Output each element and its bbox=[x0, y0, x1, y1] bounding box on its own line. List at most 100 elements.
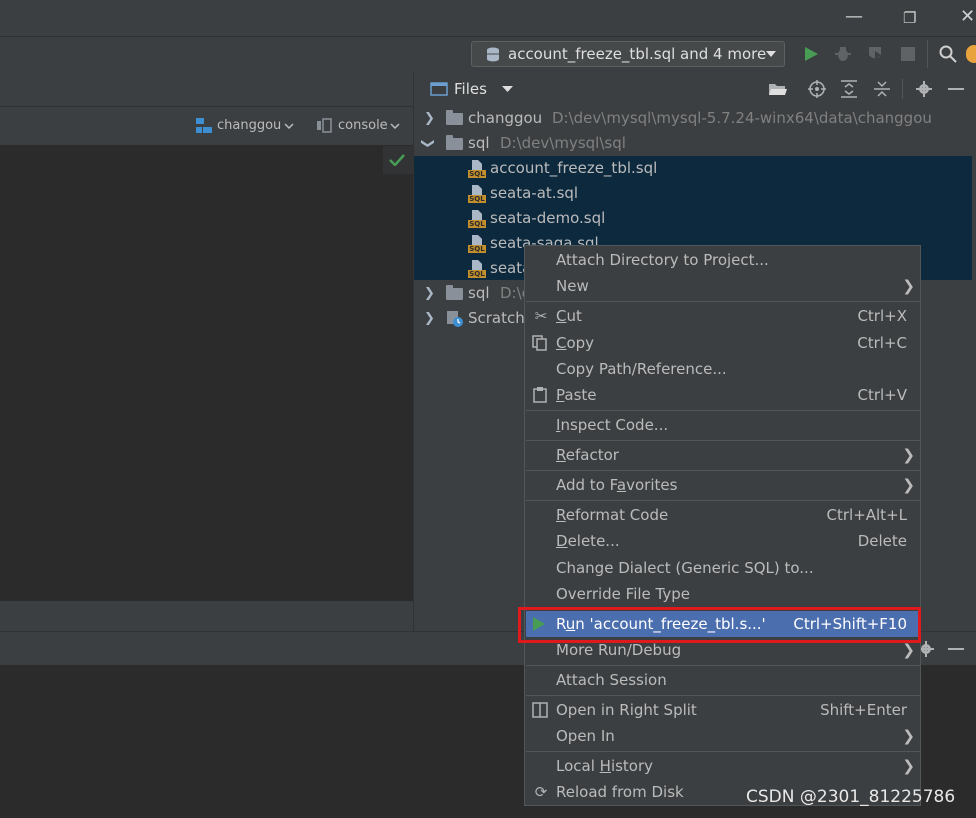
chevron-down-icon bbox=[284, 123, 294, 130]
open-folder-icon[interactable] bbox=[768, 81, 788, 97]
tree-row-file[interactable]: SQL seata-demo.sql bbox=[414, 206, 972, 231]
menu-item-shortcut: Delete bbox=[857, 532, 907, 550]
menu-item-label: Attach Directory to Project... bbox=[556, 251, 769, 269]
menu-separator bbox=[526, 500, 921, 501]
menu-item-shortcut: Ctrl+Alt+L bbox=[826, 506, 908, 524]
folder-icon bbox=[446, 285, 463, 300]
tree-item-label: seata-demo.sql bbox=[490, 209, 606, 227]
menu-item-label: Change Dialect (Generic SQL) to... bbox=[556, 559, 814, 577]
menu-item-copy[interactable]: Copy Ctrl+C bbox=[526, 330, 921, 356]
menu-item-inspect-code[interactable]: Inspect Code... bbox=[526, 412, 921, 438]
paste-icon bbox=[533, 387, 547, 403]
stop-icon[interactable] bbox=[901, 47, 915, 61]
datasource-selector[interactable]: changgou bbox=[217, 118, 281, 133]
header-divider bbox=[902, 79, 903, 99]
menu-item-add-to-favorites[interactable]: Add to Favorites ❯ bbox=[526, 472, 921, 498]
sql-file-icon: SQL bbox=[468, 260, 486, 278]
menu-item-refactor[interactable]: Refactor ❯ bbox=[526, 442, 921, 468]
scratches-icon bbox=[447, 311, 463, 327]
hide-panel-icon[interactable] bbox=[948, 88, 964, 90]
tree-item-label: changgou bbox=[468, 109, 543, 127]
tree-row-file[interactable]: SQL account_freeze_tbl.sql bbox=[414, 156, 972, 181]
highlight-annotation-box bbox=[518, 607, 921, 643]
tree-row-changgou[interactable]: ❯ changgou D:\dev\mysql\mysql-5.7.24-win… bbox=[414, 106, 972, 131]
sql-file-icon: SQL bbox=[468, 160, 486, 178]
menu-item-reformat-code[interactable]: Reformat Code Ctrl+Alt+L bbox=[526, 502, 921, 528]
expand-all-icon[interactable] bbox=[841, 80, 857, 98]
menu-item-copy-path[interactable]: Copy Path/Reference... bbox=[526, 356, 921, 382]
run-configuration-label: account_freeze_tbl.sql and 4 more bbox=[508, 45, 767, 63]
menu-item-label: Copy Path/Reference... bbox=[556, 360, 727, 378]
context-menu: Attach Directory to Project... New ❯ ✂ C… bbox=[524, 245, 921, 806]
debug-icon[interactable] bbox=[834, 45, 852, 63]
tree-item-label: sql bbox=[468, 134, 490, 152]
menu-item-local-history[interactable]: Local History ❯ bbox=[526, 753, 921, 779]
menu-item-delete[interactable]: Delete... Delete bbox=[526, 528, 921, 554]
close-window-button[interactable]: ✕ bbox=[960, 6, 975, 27]
checkmark-icon bbox=[389, 154, 405, 166]
update-notification-icon[interactable] bbox=[966, 45, 976, 63]
menu-separator bbox=[526, 470, 921, 471]
submenu-arrow-icon: ❯ bbox=[902, 476, 915, 494]
run-configuration-dropdown[interactable]: account_freeze_tbl.sql and 4 more bbox=[471, 41, 785, 67]
menu-item-shortcut: Ctrl+V bbox=[857, 386, 907, 404]
menu-separator bbox=[526, 410, 921, 411]
menu-item-label: Refactor bbox=[556, 446, 619, 464]
chevron-down-icon bbox=[390, 123, 400, 130]
menu-separator bbox=[526, 751, 921, 752]
tree-row-sql[interactable]: ❯ sql D:\dev\mysql\sql bbox=[414, 131, 972, 156]
run-icon[interactable] bbox=[803, 46, 819, 62]
chevron-down-icon[interactable]: ❯ bbox=[415, 138, 440, 149]
menu-item-label: New bbox=[556, 277, 589, 295]
folder-icon bbox=[446, 110, 463, 125]
menu-separator bbox=[526, 695, 921, 696]
menu-item-label: Open in Right Split bbox=[556, 701, 697, 719]
menu-item-shortcut: Ctrl+C bbox=[857, 334, 907, 352]
search-icon[interactable] bbox=[939, 45, 957, 63]
inspection-widget[interactable] bbox=[383, 146, 413, 174]
menu-item-label: Attach Session bbox=[556, 671, 667, 689]
chevron-right-icon[interactable]: ❯ bbox=[424, 281, 435, 306]
tree-row-file[interactable]: SQL seata-at.sql bbox=[414, 181, 972, 206]
menu-item-open-in[interactable]: Open In ❯ bbox=[526, 723, 921, 749]
chevron-right-icon[interactable]: ❯ bbox=[424, 306, 435, 331]
tree-item-label: seata-at.sql bbox=[490, 184, 579, 202]
menu-item-label: Reload from Disk bbox=[556, 783, 684, 801]
sql-editor[interactable] bbox=[0, 146, 413, 601]
tree-item-label: account_freeze_tbl.sql bbox=[490, 159, 658, 177]
menu-item-attach-session[interactable]: Attach Session bbox=[526, 667, 921, 693]
sql-file-icon: SQL bbox=[468, 210, 486, 228]
menu-separator bbox=[526, 440, 921, 441]
chevron-down-icon bbox=[766, 51, 776, 57]
hide-panel-icon[interactable] bbox=[948, 648, 964, 650]
menu-item-paste[interactable]: Paste Ctrl+V bbox=[526, 382, 921, 408]
menu-item-attach-directory[interactable]: Attach Directory to Project... bbox=[526, 247, 921, 273]
menu-item-new[interactable]: New ❯ bbox=[526, 273, 921, 299]
menu-item-label: Override File Type bbox=[556, 585, 690, 603]
toolbar-divider bbox=[927, 40, 928, 68]
view-selector[interactable]: Files bbox=[454, 80, 487, 98]
window-icon bbox=[430, 82, 448, 96]
gear-icon[interactable] bbox=[916, 81, 932, 97]
menu-item-label: Local History bbox=[556, 757, 654, 775]
submenu-arrow-icon: ❯ bbox=[902, 446, 915, 464]
session-selector[interactable]: console bbox=[338, 118, 388, 133]
menu-item-open-right-split[interactable]: Open in Right Split Shift+Enter bbox=[526, 697, 921, 723]
menu-item-shortcut: Ctrl+X bbox=[857, 307, 907, 325]
coverage-icon[interactable] bbox=[866, 45, 884, 63]
minimize-button[interactable]: — bbox=[845, 6, 863, 27]
menu-item-label: Delete... bbox=[556, 532, 620, 550]
menu-item-override-file-type[interactable]: Override File Type bbox=[526, 581, 921, 607]
session-icon bbox=[317, 118, 332, 133]
menu-item-cut[interactable]: ✂ Cut Ctrl+X bbox=[526, 303, 921, 329]
chevron-right-icon[interactable]: ❯ bbox=[424, 106, 435, 131]
editor-toolbar: changgou console bbox=[0, 107, 413, 145]
tree-item-path: D:\dev\mysql\sql bbox=[500, 134, 626, 152]
folder-icon bbox=[446, 135, 463, 150]
menu-item-change-dialect[interactable]: Change Dialect (Generic SQL) to... bbox=[526, 555, 921, 581]
editor-tab-bar bbox=[0, 72, 413, 107]
restore-button[interactable]: ❐ bbox=[903, 9, 916, 27]
collapse-all-icon[interactable] bbox=[874, 80, 890, 98]
datasource-icon bbox=[196, 118, 212, 133]
locate-icon[interactable] bbox=[808, 80, 826, 98]
